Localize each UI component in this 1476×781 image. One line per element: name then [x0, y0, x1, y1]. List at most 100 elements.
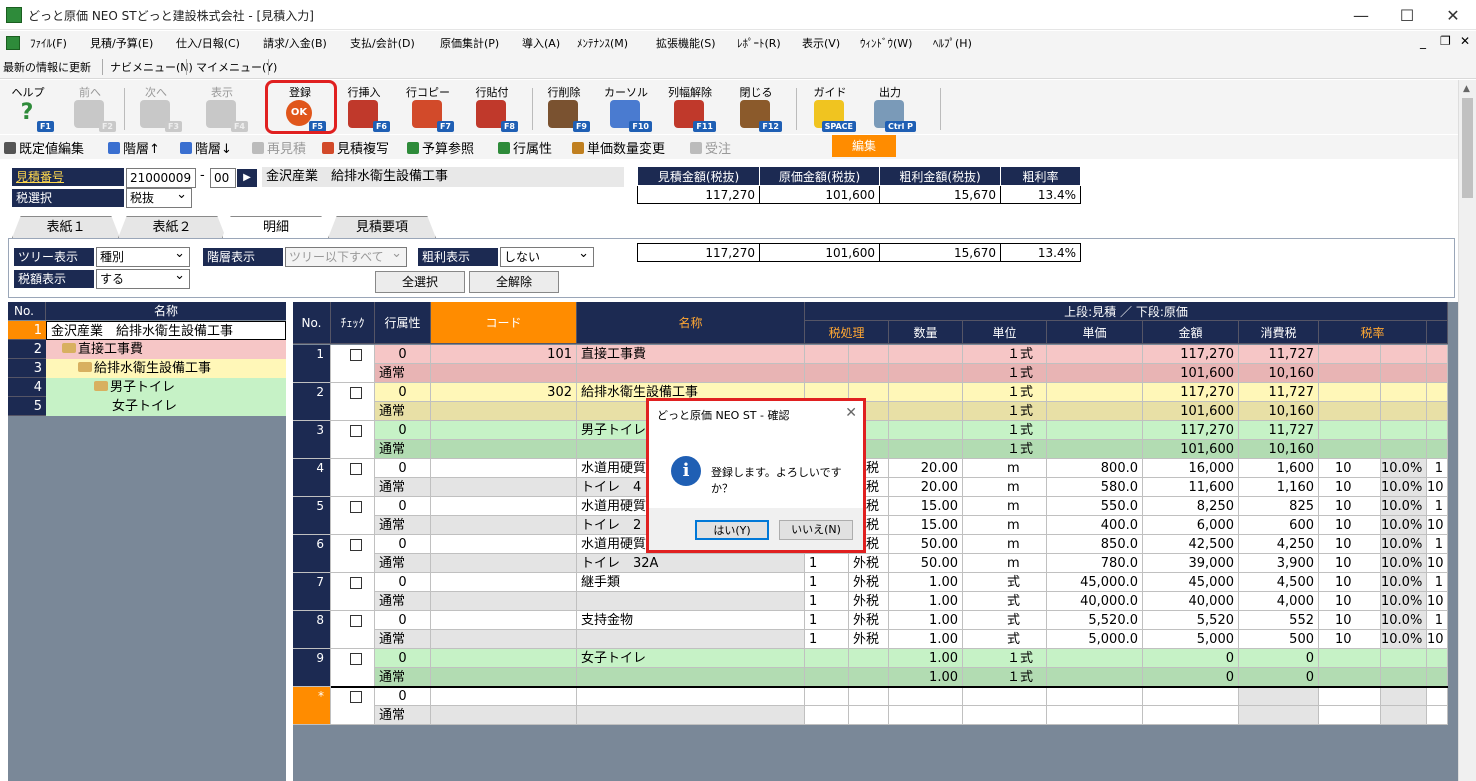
grid-row-unit[interactable]: m: [963, 459, 1047, 478]
grid-row-type[interactable]: 通常: [375, 478, 431, 497]
menu-item-10[interactable]: 表示(V): [802, 35, 840, 51]
grid-row-taxrate-code-lower[interactable]: 10: [1319, 592, 1381, 611]
grid-row-code-lower[interactable]: [431, 402, 577, 421]
grid-row-code-lower[interactable]: [431, 516, 577, 535]
grid-row-taxrate-code[interactable]: 10: [1319, 535, 1381, 554]
grid-row-code[interactable]: 302: [431, 383, 577, 402]
grid-row-taxrate-code[interactable]: 10: [1319, 497, 1381, 516]
grid-row-taxrate-lower[interactable]: [1381, 706, 1427, 725]
grid-row-extra-lower[interactable]: [1427, 706, 1448, 725]
row-checkbox[interactable]: [350, 691, 362, 703]
grid-row-price[interactable]: [1047, 383, 1143, 402]
grid-row-unit-lower[interactable]: m: [963, 478, 1047, 497]
grid-row-taxrate-lower[interactable]: [1381, 402, 1427, 421]
grid-row-name-lower[interactable]: [577, 364, 805, 383]
grid-row-tax[interactable]: 11,727: [1239, 345, 1319, 364]
grid-row-price-lower[interactable]: 5,000.0: [1047, 630, 1143, 649]
grid-row-unit-lower[interactable]: １式: [963, 364, 1047, 383]
grid-row-tax[interactable]: 11,727: [1239, 421, 1319, 440]
grid-row-taxrate[interactable]: 10.0%: [1381, 573, 1427, 592]
grid-row-price[interactable]: 850.0: [1047, 535, 1143, 554]
grid-row-tax[interactable]: 4,500: [1239, 573, 1319, 592]
grid-row-taxtype[interactable]: 外税: [849, 573, 889, 592]
grid-row-attr[interactable]: 0: [375, 383, 431, 402]
yes-button[interactable]: はい(Y): [695, 520, 769, 540]
row-checkbox[interactable]: [350, 387, 362, 399]
grid-row-taxrate-code[interactable]: 10: [1319, 573, 1381, 592]
grid-row-taxcode-lower[interactable]: [805, 706, 849, 725]
grid-row-name-lower[interactable]: [577, 706, 805, 725]
mdi-app-icon[interactable]: [6, 36, 20, 50]
grid-row-qty[interactable]: 50.00: [889, 535, 963, 554]
grid-row-extra-lower[interactable]: 10: [1427, 554, 1448, 573]
grid-row-check-cell[interactable]: [331, 345, 375, 383]
row-attr-button[interactable]: 行属性: [498, 138, 552, 157]
grid-row-taxtype-lower[interactable]: 外税: [849, 630, 889, 649]
grid-row-name-lower[interactable]: [577, 630, 805, 649]
grid-row-amount-lower[interactable]: 6,000: [1143, 516, 1239, 535]
grid-row-extra-lower[interactable]: 10: [1427, 516, 1448, 535]
grid-row-amount[interactable]: 117,270: [1143, 345, 1239, 364]
grid-row-code[interactable]: [431, 611, 577, 630]
grid-row-taxcode[interactable]: [805, 649, 849, 668]
grid-row-taxrate-lower[interactable]: 10.0%: [1381, 592, 1427, 611]
grid-row-qty[interactable]: [889, 421, 963, 440]
grid-row-qty-lower[interactable]: 1.00: [889, 668, 963, 687]
grid-row-unit[interactable]: [963, 687, 1047, 706]
tax-display-select[interactable]: する: [96, 267, 190, 289]
tree-row[interactable]: 4 男子トイレ: [8, 378, 286, 397]
close-icon[interactable]: ✕: [1430, 0, 1476, 30]
grid-row-amount[interactable]: 16,000: [1143, 459, 1239, 478]
grid-row-name[interactable]: 継手類: [577, 573, 805, 592]
grid-row-price[interactable]: [1047, 687, 1143, 706]
grid-row-check-cell[interactable]: [331, 497, 375, 535]
grid-row-code-lower[interactable]: [431, 364, 577, 383]
grid-row-code-lower[interactable]: [431, 630, 577, 649]
tab-requirements[interactable]: 見積要項: [328, 216, 436, 238]
paste-row-button[interactable]: 行貼付 F8: [464, 80, 520, 134]
grid-row-price-lower[interactable]: 580.0: [1047, 478, 1143, 497]
navi-menu-link[interactable]: ナビメニュー(N): [110, 59, 193, 75]
grid-row-taxrate-code[interactable]: [1319, 421, 1381, 440]
grid-row-tax-lower[interactable]: [1239, 706, 1319, 725]
grid-row-code[interactable]: [431, 649, 577, 668]
grid-row-type[interactable]: 通常: [375, 402, 431, 421]
close-button[interactable]: 閉じる F12: [728, 80, 784, 134]
menu-item-5[interactable]: 原価集計(P): [440, 35, 499, 51]
grid-row-tax[interactable]: [1239, 687, 1319, 706]
grid-row-tax[interactable]: 0: [1239, 649, 1319, 668]
profit-display-select[interactable]: しない: [500, 245, 594, 267]
grid-row-price-lower[interactable]: [1047, 440, 1143, 459]
grid-row-amount-lower[interactable]: 11,600: [1143, 478, 1239, 497]
grid-row-taxrate-code-lower[interactable]: 10: [1319, 554, 1381, 573]
copy-row-button[interactable]: 行コピー F7: [400, 80, 456, 134]
minimize-icon[interactable]: —: [1338, 0, 1384, 30]
grid-row-taxtype[interactable]: [849, 345, 889, 364]
grid-row-unit-lower[interactable]: m: [963, 554, 1047, 573]
grid-row-taxrate-lower[interactable]: 10.0%: [1381, 554, 1427, 573]
grid-row-extra[interactable]: 1: [1427, 535, 1448, 554]
grid-row-unit-lower[interactable]: １式: [963, 668, 1047, 687]
next-button[interactable]: 次へ F3: [128, 80, 184, 134]
grid-row-amount-lower[interactable]: 39,000: [1143, 554, 1239, 573]
grid-row-tax[interactable]: 825: [1239, 497, 1319, 516]
grid-row-taxtype-lower[interactable]: [849, 668, 889, 687]
grid-row-price-lower[interactable]: [1047, 668, 1143, 687]
grid-row-qty-lower[interactable]: [889, 440, 963, 459]
grid-row-check-cell[interactable]: [331, 459, 375, 497]
grid-row-price-lower[interactable]: [1047, 706, 1143, 725]
grid-row-code[interactable]: [431, 421, 577, 440]
grid-row-taxcode[interactable]: [805, 345, 849, 364]
grid-row-price[interactable]: 45,000.0: [1047, 573, 1143, 592]
grid-row-type[interactable]: 通常: [375, 364, 431, 383]
grid-row-taxrate-lower[interactable]: 10.0%: [1381, 478, 1427, 497]
grid-row-code[interactable]: [431, 573, 577, 592]
grid-row-attr[interactable]: 0: [375, 459, 431, 478]
estimate-no-field[interactable]: 21000009: [126, 168, 196, 188]
menu-item-0[interactable]: ﾌｧｲﾙ(F): [30, 35, 67, 51]
grid-row-unit[interactable]: 式: [963, 573, 1047, 592]
grid-row-check-cell[interactable]: [331, 383, 375, 421]
grid-row-taxcode-lower[interactable]: 1: [805, 630, 849, 649]
tree-row[interactable]: 3 給排水衛生設備工事: [8, 359, 286, 378]
menu-item-3[interactable]: 請求/入金(B): [263, 35, 327, 51]
